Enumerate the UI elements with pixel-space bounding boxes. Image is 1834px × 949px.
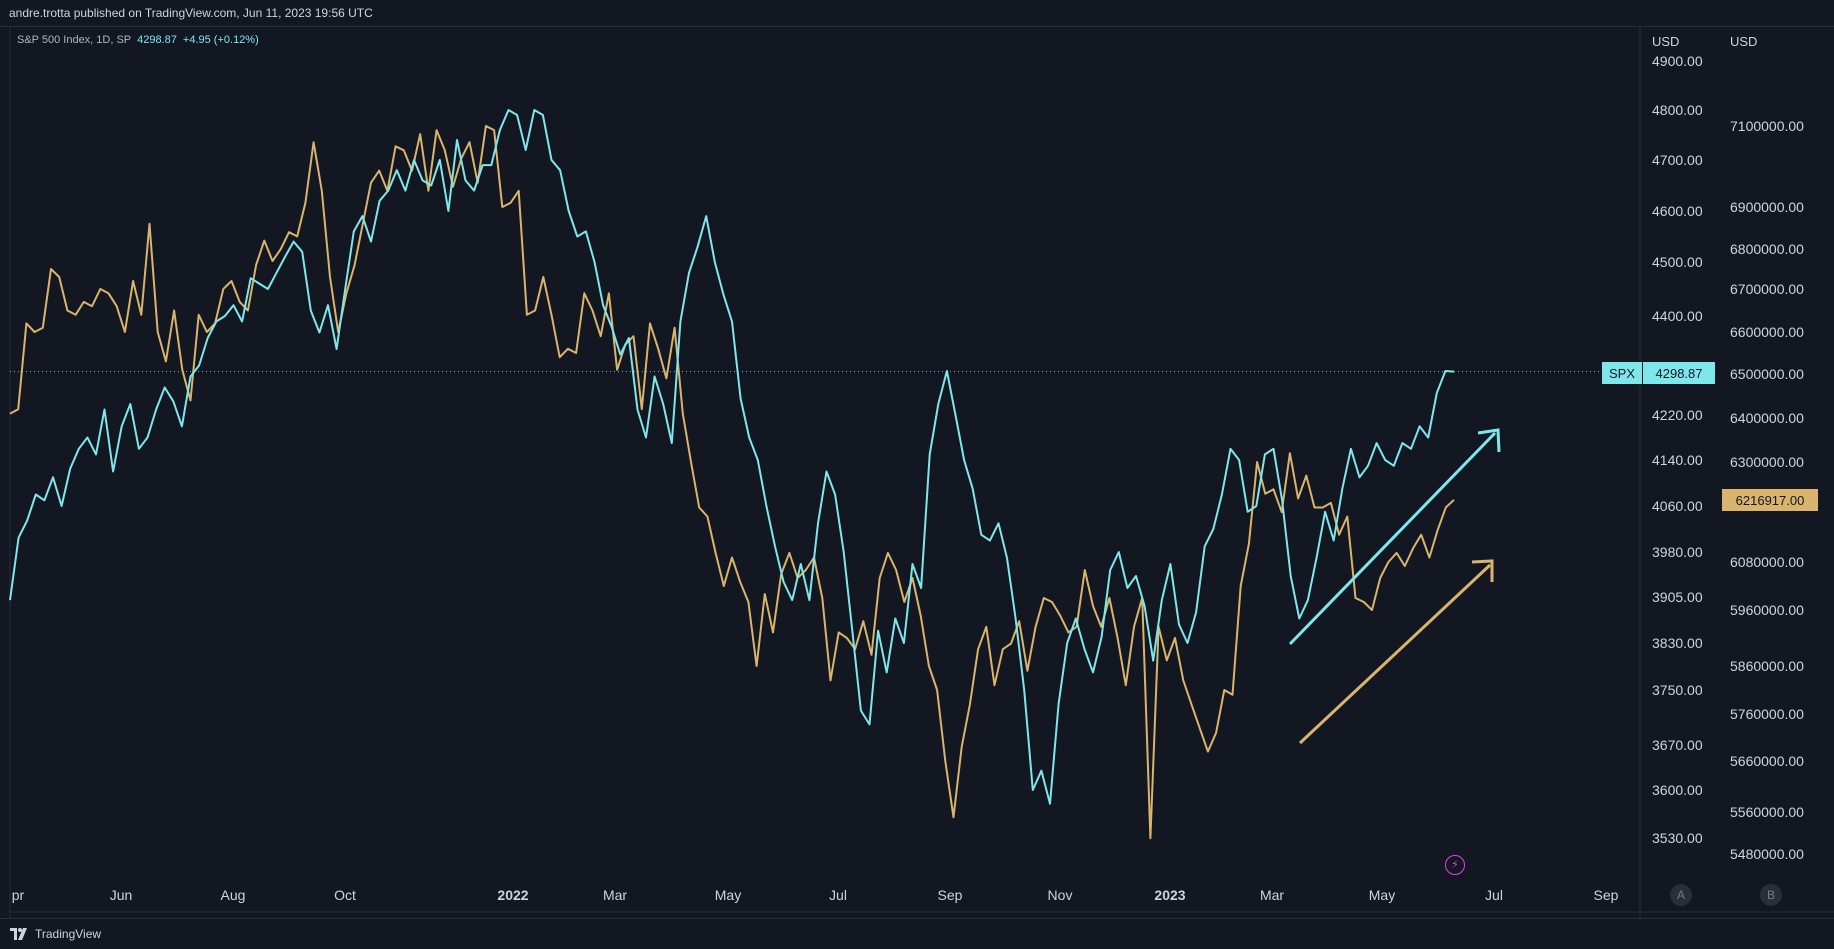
time-axis-tick: Nov: [1048, 887, 1073, 903]
right-axis-tick: 5560000.00: [1730, 804, 1804, 820]
fund-tag-value: 6216917.00: [1736, 493, 1805, 508]
fund-price-tag: 6216917.00: [1722, 489, 1818, 511]
left-axis-tick: 3530.00: [1652, 830, 1703, 846]
footer-brand: TradingView: [35, 927, 102, 941]
left-axis-tick: 3600.00: [1652, 782, 1703, 798]
time-axis-tick: Mar: [603, 887, 627, 903]
left-axis-tick: 3980.00: [1652, 544, 1703, 560]
time-axis-tick: Aug: [221, 887, 246, 903]
time-axis-tick: 2023: [1154, 887, 1185, 903]
time-axis-tick: 2022: [497, 887, 528, 903]
footer: TradingView: [0, 918, 1834, 949]
right-axis-tick: 6080000.00: [1730, 554, 1804, 570]
right-axis-tick: 7100000.00: [1730, 118, 1804, 134]
spx-tag-symbol: SPX: [1609, 366, 1635, 381]
time-axis-tick: Sep: [1594, 887, 1619, 903]
time-axis-tick: Jul: [829, 887, 847, 903]
left-axis-tick: 4400.00: [1652, 308, 1703, 324]
fund-series-line[interactable]: [9, 125, 1455, 840]
plot-area: [9, 109, 1640, 840]
left-axis-tick: 3750.00: [1652, 682, 1703, 698]
trend-arrow-gold[interactable]: [1298, 563, 1492, 745]
right-axis-tick: 6900000.00: [1730, 199, 1804, 215]
left-axis-tick: 4220.00: [1652, 407, 1703, 423]
left-axis-tick: 4600.00: [1652, 203, 1703, 219]
right-axis-tick: 5960000.00: [1730, 602, 1804, 618]
time-axis-tick: May: [715, 887, 741, 903]
right-axis-tick: 6800000.00: [1730, 241, 1804, 257]
spx-price-tag: SPX 4298.87: [1602, 362, 1715, 384]
left-axis-tick: 4140.00: [1652, 452, 1703, 468]
left-axis-tick: 4700.00: [1652, 152, 1703, 168]
time-axis: pr Jun Aug Oct 2022 Mar May Jul Sep Nov 2023 Mar May…: [12, 887, 1619, 903]
scale-a-button[interactable]: A: [1670, 884, 1692, 906]
right-axis-tick: 5480000.00: [1730, 846, 1804, 862]
right-axis-tick: 5760000.00: [1730, 706, 1804, 722]
right-axis-tick: 6500000.00: [1730, 366, 1804, 382]
left-price-axis: 4900.00 4800.00 4700.00 4600.00 4500.00 4400.…: [1652, 53, 1703, 846]
left-axis-tick: 3905.00: [1652, 589, 1703, 605]
right-axis-tick: 5860000.00: [1730, 658, 1804, 674]
time-axis-tick: Sep: [938, 887, 963, 903]
left-axis-tick: 4900.00: [1652, 53, 1703, 69]
left-axis-tick: 3830.00: [1652, 635, 1703, 651]
tradingview-logo-icon: [10, 928, 27, 940]
left-axis-tick: 3670.00: [1652, 737, 1703, 753]
time-axis-tick: Oct: [334, 887, 356, 903]
right-axis-tick: 6400000.00: [1730, 410, 1804, 426]
time-axis-tick: Mar: [1260, 887, 1284, 903]
right-axis-tick: 6700000.00: [1730, 281, 1804, 297]
time-axis-tick: Jul: [1485, 887, 1503, 903]
time-axis-tick: pr: [12, 887, 25, 903]
spx-tag-value: 4298.87: [1656, 366, 1703, 381]
right-axis-tick: 5660000.00: [1730, 753, 1804, 769]
spx-series-line[interactable]: [9, 109, 1455, 805]
price-chart[interactable]: 4900.00 4800.00 4700.00 4600.00 4500.00 4400.…: [0, 0, 1834, 949]
time-axis-tick: Jun: [110, 887, 133, 903]
lightning-icon[interactable]: ⚡: [1445, 855, 1465, 875]
time-axis-tick: May: [1369, 887, 1395, 903]
left-axis-tick: 4800.00: [1652, 102, 1703, 118]
right-axis-tick: 6300000.00: [1730, 454, 1804, 470]
right-axis-tick: 6600000.00: [1730, 324, 1804, 340]
left-axis-tick: 4060.00: [1652, 498, 1703, 514]
left-axis-tick: 4500.00: [1652, 254, 1703, 270]
scale-b-button[interactable]: B: [1760, 884, 1782, 906]
